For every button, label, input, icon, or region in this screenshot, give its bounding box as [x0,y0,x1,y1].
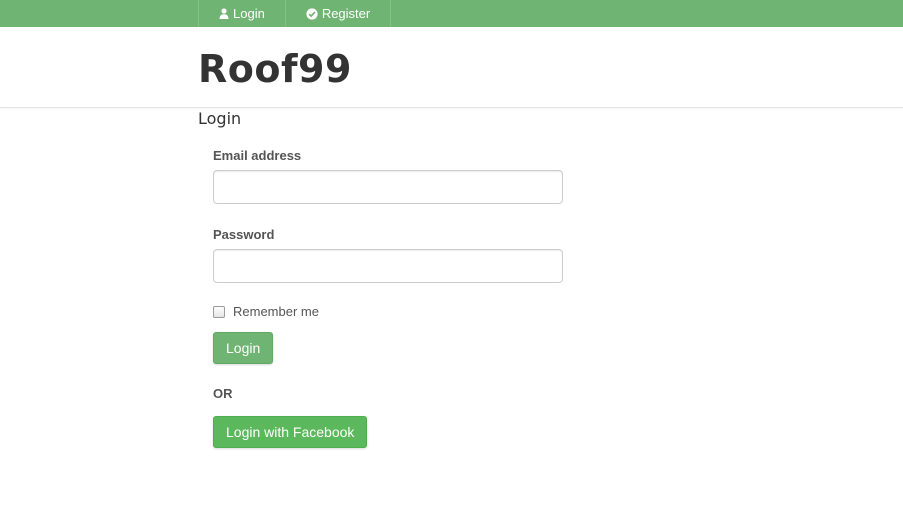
email-group: Email address [213,148,563,204]
login-form: Email address Password Remember me Login… [213,148,563,448]
password-field[interactable] [213,249,563,283]
password-label: Password [213,227,275,242]
check-circle-icon [306,7,318,20]
password-group: Password [213,227,563,283]
top-navbar: Login Register [0,0,903,27]
nav-login-label: Login [233,6,265,21]
or-separator: OR [213,386,233,401]
login-button[interactable]: Login [213,332,274,364]
email-label: Email address [213,148,302,163]
facebook-login-button[interactable]: Login with Facebook [213,416,368,448]
top-nav: Login Register [198,0,392,27]
user-icon [219,8,229,19]
site-brand[interactable]: Roof99 [198,47,352,91]
nav-register-link[interactable]: Register [284,0,392,27]
email-field[interactable] [213,170,563,204]
page-title: Login [198,109,242,128]
remember-me-row: Remember me [213,304,563,319]
site-header [0,27,903,108]
remember-me-checkbox[interactable] [213,305,225,318]
remember-me-label[interactable]: Remember me [233,304,319,319]
nav-login-link[interactable]: Login [198,0,285,27]
nav-register-label: Register [321,6,371,21]
